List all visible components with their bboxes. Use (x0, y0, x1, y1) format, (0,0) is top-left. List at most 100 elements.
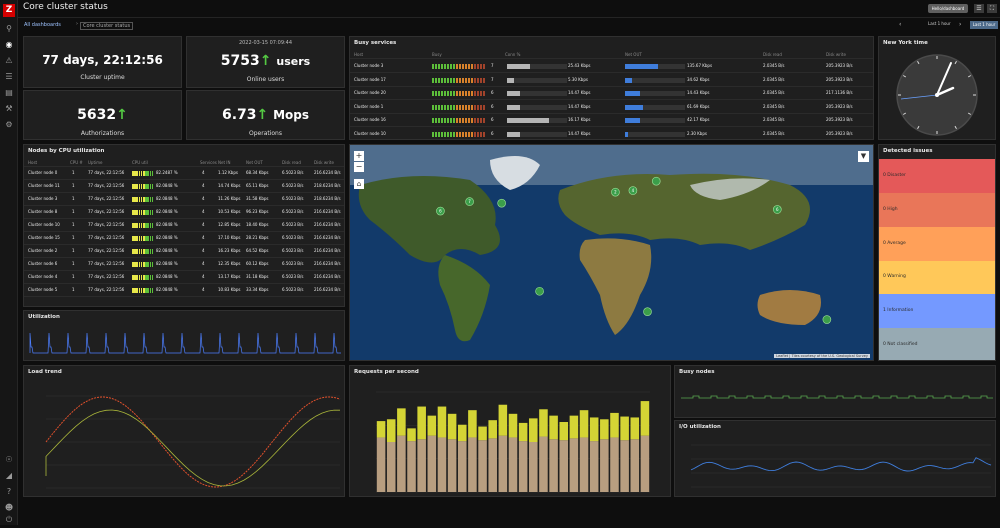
list-icon[interactable]: ☰ (0, 69, 18, 85)
bar-base (447, 439, 457, 492)
nodes-cpu-panel: Nodes by CPU utilization Host CPU # Uptime… (23, 144, 345, 307)
ops-value: 6.73↑ Mops (187, 107, 344, 123)
busy-segment (432, 64, 434, 69)
net-in-value: 12.85 Kbps (218, 222, 241, 227)
bar-top (620, 416, 629, 441)
gear-icon[interactable]: ⚙ (0, 117, 18, 133)
zoom-in-button[interactable]: + (354, 151, 364, 161)
time-range-label[interactable]: Last 1 hour (928, 21, 951, 26)
cpu-count: 1 (72, 274, 75, 279)
load-step-line (45, 409, 341, 487)
service-count: 4 (202, 261, 205, 266)
time-range-button[interactable]: Last 1 hour (970, 21, 998, 29)
operations-panel: 6.73↑ Mops Operations (186, 90, 345, 140)
bar-base (508, 437, 518, 492)
busy-segment (450, 91, 452, 96)
busy-segment (468, 118, 470, 123)
list-icon[interactable]: ☰ (974, 4, 984, 13)
table-row: Cluster node 11 1 77 days, 22:12:56 82.0848… (24, 180, 344, 193)
net-bar-bg (625, 131, 685, 137)
cpu-pct: 82.0848 % (156, 248, 178, 253)
net-value: 42.17 Kbps (687, 117, 710, 122)
busy-count: 6 (491, 90, 494, 95)
busy-segment (474, 131, 476, 137)
cpu-segment (151, 275, 154, 280)
busy-segment (444, 104, 446, 110)
share-icon[interactable]: ◢ (0, 468, 18, 484)
prev-arrow-icon[interactable]: ‹ (899, 21, 901, 28)
breadcrumb-current[interactable]: Core cluster status (80, 22, 134, 30)
disk-read-value: 2.0345 B/s (763, 76, 785, 82)
net-in-value: 13.17 Kbps (218, 274, 241, 279)
issue-severity: 0 Disaster (879, 159, 995, 194)
support-icon[interactable]: ☉ (0, 452, 18, 468)
eye-icon[interactable]: ◉ (0, 37, 18, 53)
net-out-value: 33.34 Kbps (246, 287, 269, 292)
logout-icon[interactable]: ⏻ (0, 512, 18, 528)
host-name: Cluster node 16 (354, 117, 386, 122)
users-unit: users (276, 55, 311, 68)
next-arrow-icon[interactable]: › (959, 21, 961, 28)
search-icon[interactable]: ⚲ (0, 21, 18, 37)
alert-icon[interactable]: ⚠ (0, 53, 18, 69)
busy-segment (438, 64, 440, 69)
bar-base (559, 440, 569, 492)
io-line (690, 457, 992, 472)
busy-nodes-chart (681, 395, 993, 399)
net-value: 61.69 Kbps (687, 103, 710, 109)
busy-segment (459, 77, 461, 83)
busy-services-panel: Busy services Host Busy Conn % Net OUT Disk … (349, 36, 874, 140)
zoom-out-button[interactable]: − (354, 162, 364, 172)
net-value: 34.62 Kbps (687, 76, 710, 82)
wrench-icon[interactable]: ⚒ (0, 101, 18, 117)
cpu-count: 1 (72, 222, 75, 227)
map-marker-label: 6 (439, 209, 442, 214)
conn-bar-bg (507, 77, 567, 83)
zabbix-logo[interactable]: Z (3, 4, 15, 17)
busy-segment (441, 77, 443, 83)
issue-label[interactable]: 0 Warning (883, 274, 906, 279)
home-icon[interactable]: ⌂ (354, 179, 364, 189)
ops-count: 6.73 (221, 107, 257, 123)
breadcrumb-all-dashboards[interactable]: All dashboards (24, 22, 61, 28)
service-count: 4 (202, 287, 205, 292)
conn-bar (507, 104, 521, 110)
bar-top (488, 420, 497, 439)
busy-segment (465, 118, 467, 123)
host-name: Cluster node 10 (354, 130, 386, 136)
table-row: Cluster node 1 6 14.47 Kbps 61.69 Kbps 2.034… (350, 101, 873, 114)
service-count: 4 (202, 196, 205, 201)
analog-clock (896, 54, 978, 136)
net-out-value: 18.40 Kbps (246, 222, 269, 227)
book-icon[interactable]: ▤ (0, 85, 18, 101)
busy-segment (477, 77, 479, 83)
host-name: Cluster node 2 (28, 248, 58, 253)
net-out-value: 96.23 Kbps (246, 209, 269, 214)
issue-label[interactable]: 1 Information (883, 308, 913, 313)
busy-segment (438, 91, 440, 96)
issue-label[interactable]: 0 Average (883, 241, 906, 246)
uptime-value: 77 days, 22:12:56 (88, 261, 125, 266)
net-value: 14.43 Kbps (687, 90, 710, 95)
cpu-pct: 82.0848 % (156, 222, 178, 227)
bar-top (376, 421, 386, 438)
conn-value: 5.30 Kbps (568, 76, 588, 82)
filter-icon[interactable]: ▼ (858, 151, 869, 162)
issue-label[interactable]: 0 Not classified (883, 342, 918, 347)
dashboard-dropdown[interactable]: Hello/dashboard (928, 4, 968, 13)
busy-segment (432, 91, 434, 96)
busy-segment (441, 118, 443, 123)
busy-segment (480, 91, 482, 96)
help-icon[interactable]: ? (0, 484, 18, 500)
issue-label[interactable]: 0 High (883, 207, 898, 212)
column-header: Disk read (282, 160, 301, 165)
net-out-value: 31.18 Kbps (246, 274, 269, 279)
busy-segment (450, 64, 452, 69)
host-name: Cluster node 20 (354, 90, 386, 95)
ops-unit: Mops (273, 108, 310, 122)
issue-label[interactable]: 0 Disaster (883, 173, 906, 178)
fullscreen-icon[interactable]: ⛶ (987, 4, 997, 13)
uptime-value: 77 days, 22:12:56 (88, 170, 125, 175)
net-bar-bg (625, 77, 685, 83)
busy-segment (450, 131, 452, 137)
